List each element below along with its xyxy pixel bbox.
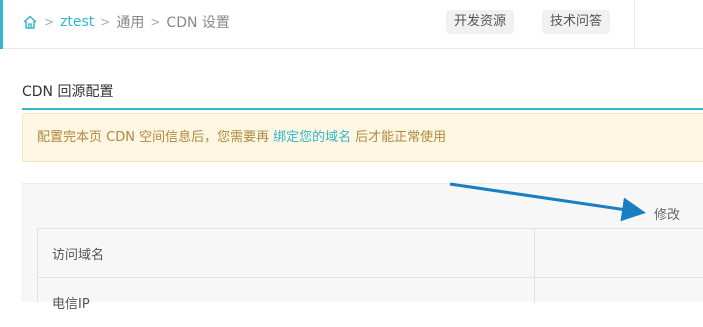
home-icon[interactable] [22,14,38,30]
bind-domain-link[interactable]: 绑定您的域名 [273,130,351,145]
breadcrumb-separator: > [100,15,111,29]
config-table: 访问域名 电信IP [37,228,703,312]
section-title: CDN 回源配置 [22,84,114,100]
tech-support-button[interactable]: 技术问答 [542,10,611,34]
breadcrumb-item-project[interactable]: ztest [60,14,94,30]
table-row: 访问域名 [38,229,703,278]
row-label-telecom-ip: 电信IP [52,297,90,312]
annotation-arrow-icon [449,182,646,222]
header-divider [634,0,635,49]
notice-text-after: 后才能正常使用 [355,130,447,145]
notice-text-before: 配置完本页 CDN 空间信息后，您需要再 [37,130,270,145]
breadcrumb-item-general[interactable]: 通用 [116,12,144,32]
table-row: 电信IP [38,278,703,327]
top-bar: > ztest > 通用 > CDN 设置 开发资源 技术问答 [0,0,703,49]
breadcrumb: > ztest > 通用 > CDN 设置 [22,12,230,32]
breadcrumb-separator: > [150,15,161,29]
section-underline [22,108,703,110]
breadcrumb-item-cdn-settings: CDN 设置 [166,15,230,31]
row-label-domain: 访问域名 [52,248,105,263]
left-accent-bar [0,0,3,49]
breadcrumb-separator: > [44,15,55,29]
dev-resources-button[interactable]: 开发资源 [446,10,515,34]
notice-banner: 配置完本页 CDN 空间信息后，您需要再 绑定您的域名 后才能正常使用 [22,113,703,162]
column-divider [534,229,535,303]
edit-button[interactable]: 修改 [654,204,680,223]
